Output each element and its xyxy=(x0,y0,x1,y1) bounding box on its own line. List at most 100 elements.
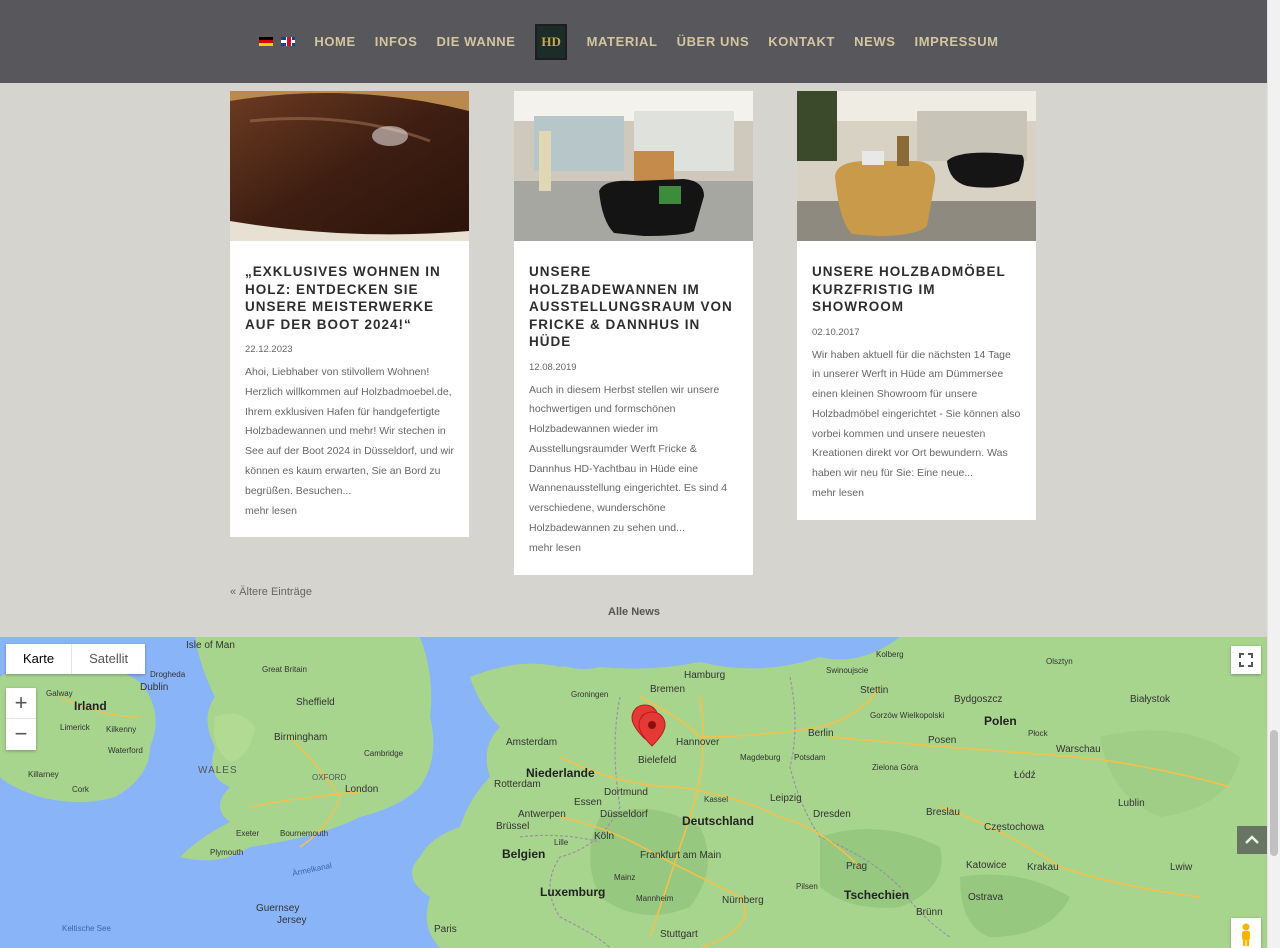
post-title[interactable]: Unsere Holzbadmöbel kurzfristig im Showr… xyxy=(812,263,1021,316)
map-type-karte-button[interactable]: Karte xyxy=(6,644,71,674)
zoom-control: + − xyxy=(6,688,36,750)
map-label: Potsdam xyxy=(794,753,826,762)
post-card: Unsere Holzbadmöbel kurzfristig im Showr… xyxy=(797,91,1036,520)
map-label: Sheffield xyxy=(296,697,335,708)
map-label: Dresden xyxy=(813,809,851,820)
map-label: Rotterdam xyxy=(494,779,541,790)
map-label: Birmingham xyxy=(274,732,328,743)
nav-die-wanne[interactable]: DIE WANNE xyxy=(437,34,516,49)
post-date: 02.10.2017 xyxy=(812,326,860,338)
zoom-out-button[interactable]: − xyxy=(6,719,36,750)
post-date: 12.08.2019 xyxy=(529,361,577,373)
older-entries-link[interactable]: « Ältere Einträge xyxy=(230,586,312,598)
map-label: Łódź xyxy=(1014,770,1036,781)
map-label: Keltische See xyxy=(62,924,111,933)
map-label: Leipzig xyxy=(770,793,802,804)
map-label: Great Britain xyxy=(262,665,307,674)
map-label: Lublin xyxy=(1118,798,1145,809)
page-scrollbar[interactable] xyxy=(1267,0,1280,948)
nav-kontakt[interactable]: KONTAKT xyxy=(768,34,835,49)
read-more-link[interactable]: mehr lesen xyxy=(529,539,738,559)
read-more-link[interactable]: mehr lesen xyxy=(812,484,1021,504)
map-label: Krakau xyxy=(1027,862,1059,873)
map-label: Lille xyxy=(554,838,569,847)
map-label: Nürnberg xyxy=(722,895,764,906)
nav-material[interactable]: MATERIAL xyxy=(587,34,658,49)
post-title[interactable]: Unsere Holzbadewannen im Ausstellungsrau… xyxy=(529,263,738,351)
map-label: Częstochowa xyxy=(984,822,1045,833)
site-logo[interactable]: HD xyxy=(535,23,568,60)
map-label: Kolberg xyxy=(876,650,904,659)
nav-news[interactable]: NEWS xyxy=(854,34,895,49)
map-label: Dublin xyxy=(140,682,169,693)
post-image[interactable] xyxy=(797,91,1036,241)
map-label: Dortmund xyxy=(604,787,648,798)
map-label: Brüssel xyxy=(496,821,530,832)
map-label: Mainz xyxy=(614,873,636,882)
post-excerpt: Auch in diesem Herbst stellen wir unsere… xyxy=(529,383,728,535)
map-label: Pilsen xyxy=(796,882,818,891)
map-label: Kilkenny xyxy=(106,725,137,734)
read-more-link[interactable]: mehr lesen xyxy=(245,502,454,522)
map-label: Cambridge xyxy=(364,749,404,758)
map-label: Köln xyxy=(594,831,615,842)
map-label: Plymouth xyxy=(210,848,244,857)
street-view-button[interactable] xyxy=(1231,918,1261,948)
all-news-link[interactable]: Alle News xyxy=(608,606,660,618)
zoom-in-button[interactable]: + xyxy=(6,688,36,719)
map-label: Bydgoszcz xyxy=(954,694,1003,705)
nav-infos[interactable]: INFOS xyxy=(375,34,418,49)
map-label: Drogheda xyxy=(150,670,186,679)
map-label: Essen xyxy=(574,797,602,808)
pegman-icon xyxy=(1242,923,1250,946)
map-label: Belgien xyxy=(502,847,546,861)
map-label: Exeter xyxy=(236,829,260,838)
post-excerpt: Ahoi, Liebhaber von stilvollem Wohnen! H… xyxy=(245,366,454,497)
map-label: Jersey xyxy=(277,915,307,926)
map-label: WALES xyxy=(198,765,238,776)
map-label: Bournemouth xyxy=(280,829,329,838)
map-label: Gorzów Wielkopolski xyxy=(870,711,945,720)
en-flag-icon[interactable] xyxy=(280,37,295,46)
main-navigation: HOME INFOS DIE WANNE HD MATERIAL ÜBER UN… xyxy=(0,0,1267,83)
map-label: Bielefeld xyxy=(638,755,677,766)
nav-ueber-uns[interactable]: ÜBER UNS xyxy=(677,34,750,49)
map-label: Cork xyxy=(72,785,89,794)
map-label: Warschau xyxy=(1056,744,1101,755)
map-label: Ostrava xyxy=(968,892,1004,903)
post-image[interactable] xyxy=(230,91,469,241)
nav-home[interactable]: HOME xyxy=(314,34,355,49)
google-map[interactable]: Isle of Man Dublin Drogheda Irland Galwa… xyxy=(0,637,1267,948)
map-label: Magdeburg xyxy=(740,753,781,762)
map-label: London xyxy=(345,784,379,795)
map-label: Bremen xyxy=(650,684,686,695)
map-label: Isle of Man xyxy=(186,640,235,651)
map-label: Zielona Góra xyxy=(872,763,919,772)
post-date: 22.12.2023 xyxy=(245,344,293,355)
de-flag-icon[interactable] xyxy=(258,37,273,46)
map-label: Killarney xyxy=(28,770,59,779)
map-label: Guernsey xyxy=(256,903,300,914)
post-image[interactable] xyxy=(514,91,753,241)
map-label: Galway xyxy=(46,689,73,698)
map-label: Płock xyxy=(1028,729,1048,738)
back-to-top-button[interactable] xyxy=(1237,826,1267,854)
map-label: Paris xyxy=(434,924,457,935)
map-label: Posen xyxy=(928,735,957,746)
map-label: Waterford xyxy=(108,746,143,755)
post-title[interactable]: „Exklusives Wohnen in Holz: Entdecken Si… xyxy=(245,263,454,333)
scrollbar-thumb[interactable] xyxy=(1270,730,1278,856)
map-type-satellit-button[interactable]: Satellit xyxy=(71,644,145,674)
nav-impressum[interactable]: IMPRESSUM xyxy=(914,34,998,49)
post-excerpt: Wir haben aktuell für die nächsten 14 Ta… xyxy=(812,348,1021,480)
map-label: Hannover xyxy=(676,737,720,748)
post-card: Unsere Holzbadewannen im Ausstellungsrau… xyxy=(514,91,753,575)
map-label: Frankfurt am Main xyxy=(640,850,722,861)
map-label: Mannheim xyxy=(636,894,674,903)
fullscreen-icon xyxy=(1239,653,1253,667)
map-label: OXFORD xyxy=(312,773,347,782)
fullscreen-button[interactable] xyxy=(1231,646,1261,674)
site-header: HOME INFOS DIE WANNE HD MATERIAL ÜBER UN… xyxy=(0,0,1267,83)
map-label: Niederlande xyxy=(526,766,595,780)
map-label: Stettin xyxy=(860,685,889,696)
